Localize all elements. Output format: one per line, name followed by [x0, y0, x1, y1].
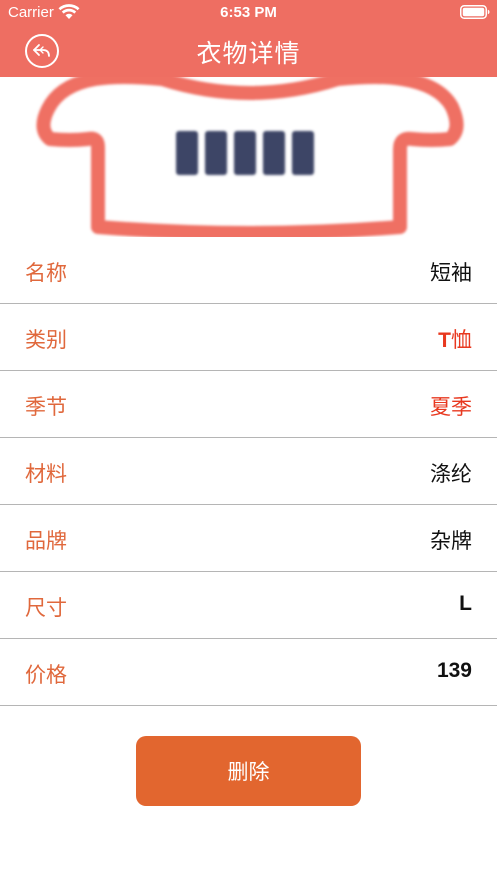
status-bar: Carrier 6:53 PM [0, 0, 497, 25]
season-value: 夏季 [430, 395, 472, 419]
size-value: L [459, 592, 472, 615]
tshirt-illustration [36, 77, 464, 237]
name-label: 名称 [25, 261, 67, 285]
detail-row-season: 季节 夏季 [0, 371, 497, 438]
size-label: 尺寸 [25, 596, 67, 620]
season-label: 季节 [25, 395, 67, 419]
detail-row-material: 材料 涤纶 [0, 438, 497, 505]
category-value: T恤 [438, 328, 472, 352]
detail-row-price: 价格 139 [0, 639, 497, 706]
detail-row-name: 名称 短袖 [0, 237, 497, 304]
brand-value: 杂牌 [430, 529, 472, 553]
clothing-detail-screen: Carrier 6:53 PM 衣物详情 名称 短袖 类别 T恤 季节 夏季 材… [0, 0, 497, 883]
price-label: 价格 [25, 663, 67, 687]
detail-row-brand: 品牌 杂牌 [0, 505, 497, 572]
detail-row-category: 类别 T恤 [0, 304, 497, 371]
name-value: 短袖 [430, 261, 472, 285]
category-label: 类别 [25, 328, 67, 352]
material-value: 涤纶 [430, 462, 472, 486]
material-label: 材料 [25, 462, 67, 486]
delete-button[interactable]: 删除 [136, 736, 361, 806]
navigation-bar: 衣物详情 [0, 25, 497, 77]
detail-list: 名称 短袖 类别 T恤 季节 夏季 材料 涤纶 品牌 杂牌 尺寸 L 价格 13… [0, 237, 497, 706]
brand-label: 品牌 [25, 529, 67, 553]
page-title: 衣物详情 [196, 39, 301, 68]
battery-icon [460, 5, 490, 19]
price-value: 139 [436, 659, 472, 682]
status-time: 6:53 PM [220, 4, 277, 21]
clothing-image [0, 77, 497, 237]
detail-row-size: 尺寸 L [0, 572, 497, 639]
